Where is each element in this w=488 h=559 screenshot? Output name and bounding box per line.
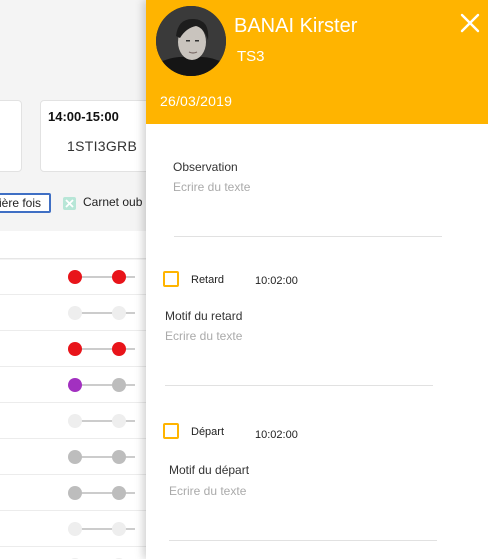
table-row[interactable]: [0, 331, 146, 367]
table-header: [0, 231, 146, 259]
attendance-page: 14:00-15:00 1STI3GRB ière fois Carnet ou…: [0, 0, 146, 559]
table-row[interactable]: [0, 547, 146, 559]
status-dot-1[interactable]: [68, 378, 82, 392]
status-dot-1[interactable]: [68, 450, 82, 464]
status-dot-1[interactable]: [68, 306, 82, 320]
observation-input[interactable]: [173, 179, 441, 195]
student-class: TS3: [237, 48, 265, 65]
depart-checkbox[interactable]: [163, 423, 179, 439]
retard-checkbox[interactable]: [163, 271, 179, 287]
observation-underline: [174, 236, 442, 237]
status-dot-1[interactable]: [68, 414, 82, 428]
retard-label: Retard: [191, 274, 225, 286]
status-dot-1[interactable]: [68, 270, 82, 284]
status-dot-2[interactable]: [112, 450, 126, 464]
status-dot-2[interactable]: [112, 270, 126, 284]
status-dot-1[interactable]: [68, 522, 82, 536]
status-dot-2[interactable]: [112, 342, 126, 356]
status-connector: [75, 492, 135, 494]
table-row[interactable]: [0, 259, 146, 295]
status-connector: [75, 312, 135, 314]
status-dot-2[interactable]: [112, 486, 126, 500]
observation-label: Observation: [173, 160, 238, 174]
table-row[interactable]: [0, 295, 146, 331]
status-connector: [75, 456, 135, 458]
table-row[interactable]: [0, 367, 146, 403]
time-slot-card[interactable]: 14:00-15:00 1STI3GRB: [40, 100, 146, 172]
panel-date: 26/03/2019: [160, 93, 233, 109]
status-connector: [75, 384, 135, 386]
retard-time: 10:02:00: [255, 275, 298, 287]
close-icon[interactable]: [458, 11, 482, 35]
status-dot-2[interactable]: [112, 414, 126, 428]
status-dot-2[interactable]: [112, 378, 126, 392]
table-row[interactable]: [0, 403, 146, 439]
filter-chip-first-time[interactable]: ière fois: [0, 193, 51, 213]
slot-class-name: 1STI3GRB: [67, 138, 138, 154]
status-connector: [75, 276, 135, 278]
attendance-table: [0, 231, 146, 559]
student-detail-panel: BANAI Kirster TS3 26/03/2019 Observation…: [146, 0, 488, 559]
previous-slot-card[interactable]: [0, 100, 22, 172]
motif-depart-input[interactable]: [169, 483, 437, 499]
motif-retard-underline: [165, 385, 433, 386]
status-dot-2[interactable]: [112, 306, 126, 320]
motif-depart-underline: [169, 540, 437, 541]
carnet-oublie-label: Carnet oub: [83, 195, 143, 209]
status-dot-2[interactable]: [112, 522, 126, 536]
student-name: BANAI Kirster: [234, 15, 358, 37]
status-connector: [75, 528, 135, 530]
motif-retard-label: Motif du retard: [165, 309, 243, 323]
table-row[interactable]: [0, 511, 146, 547]
motif-depart-label: Motif du départ: [169, 463, 250, 477]
student-avatar: [156, 6, 226, 76]
slot-time: 14:00-15:00: [48, 109, 119, 124]
filter-chip-label: ière fois: [0, 196, 42, 210]
status-dot-1[interactable]: [68, 486, 82, 500]
table-row[interactable]: [0, 475, 146, 511]
status-connector: [75, 348, 135, 350]
status-dot-1[interactable]: [68, 342, 82, 356]
panel-header: BANAI Kirster TS3 26/03/2019: [146, 0, 488, 124]
motif-retard-input[interactable]: [165, 328, 433, 344]
table-row[interactable]: [0, 439, 146, 475]
carnet-oublie-icon[interactable]: [63, 197, 76, 210]
status-connector: [75, 420, 135, 422]
depart-label: Départ: [191, 426, 225, 438]
depart-time: 10:02:00: [255, 429, 298, 441]
